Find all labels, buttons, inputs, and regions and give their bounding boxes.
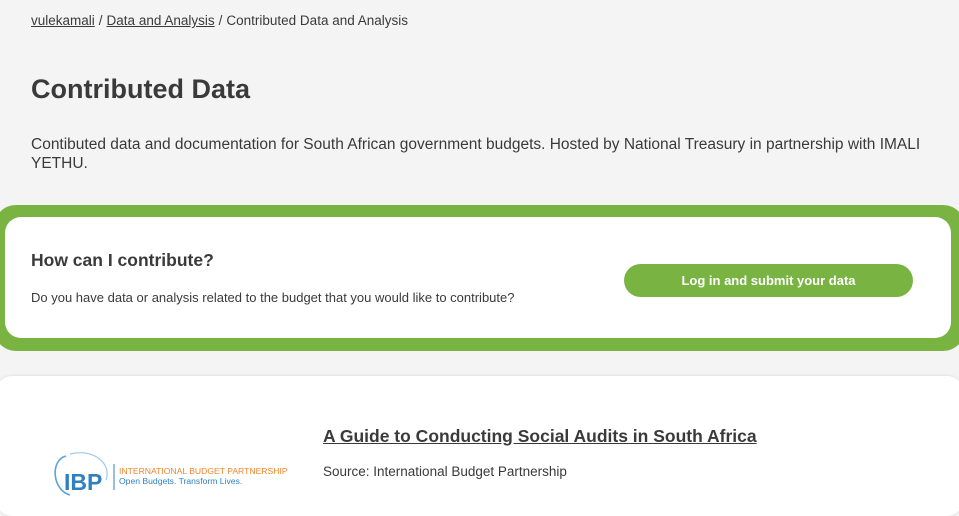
breadcrumb-separator: / [218,13,223,28]
contribute-card: How can I contribute? Do you have data o… [5,217,951,338]
breadcrumb-separator: / [98,13,103,28]
page-title: Contributed Data [31,74,250,104]
ibp-logo-tagline: Open Budgets. Transform Lives. [119,476,242,486]
ibp-logo-mark: IBP [64,469,102,495]
breadcrumb: vulekamali / Data and Analysis / Contributed… [31,13,408,28]
svg-text:IBP: IBP [64,469,102,495]
submit-data-button[interactable]: Log in and submit your data [624,264,913,297]
ibp-logo: IBP INTERNATIONAL BUDGET PARTNERSHIP Ope… [54,452,288,496]
breadcrumb-link-data-and-analysis[interactable]: Data and Analysis [107,13,215,28]
ibp-logo-name: INTERNATIONAL BUDGET PARTNERSHIP [119,466,288,476]
breadcrumb-current: Contributed Data and Analysis [226,13,409,28]
contribute-heading: How can I contribute? [31,250,214,270]
resource-card: IBP INTERNATIONAL BUDGET PARTNERSHIP Ope… [0,376,959,516]
page-intro: Contibuted data and documentation for So… [31,136,921,172]
breadcrumb-link-home[interactable]: vulekamali [31,13,95,28]
resource-source: Source: International Budget Partnership [323,464,567,479]
contribute-panel: How can I contribute? Do you have data o… [0,205,959,351]
contribute-text: Do you have data or analysis related to … [31,290,515,305]
resource-title-link[interactable]: A Guide to Conducting Social Audits in S… [323,426,757,447]
